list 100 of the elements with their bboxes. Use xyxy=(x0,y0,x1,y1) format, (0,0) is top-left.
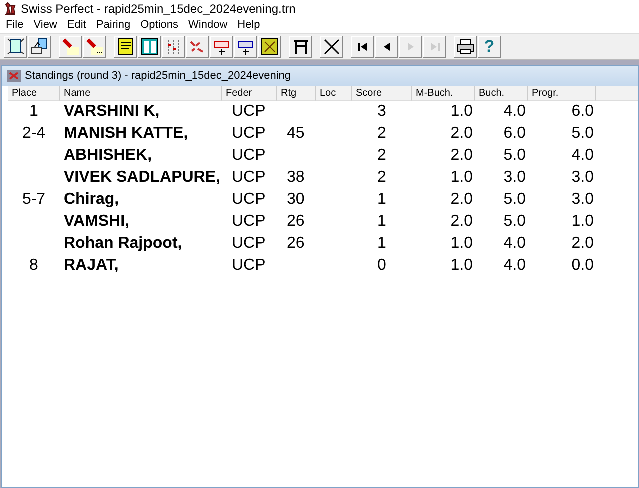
rating-cell: 30 xyxy=(287,191,305,209)
help-button[interactable]: ? xyxy=(478,36,501,58)
first-arrow-icon xyxy=(358,42,368,52)
score-cell: 1 xyxy=(378,191,386,209)
name-cell: VAMSHI, xyxy=(64,213,130,231)
column-header[interactable]: Score xyxy=(352,86,412,101)
name-cell: ABHISHEK, xyxy=(64,147,152,165)
menu-item[interactable]: Pairing xyxy=(91,19,136,31)
rating-cell: 45 xyxy=(287,125,305,143)
toolbar-button[interactable] xyxy=(258,36,281,58)
next-arrow-icon xyxy=(406,42,416,52)
flashlight-icon xyxy=(84,36,104,56)
column-header[interactable]: Rtg xyxy=(277,86,316,101)
progressive-cell: 3.0 xyxy=(572,191,594,209)
progressive-cell: 0.0 xyxy=(572,257,594,275)
menu-item[interactable]: File xyxy=(1,19,29,31)
menu-item[interactable]: Options xyxy=(136,19,184,31)
toolbar-button[interactable] xyxy=(4,36,27,58)
toolbar-button[interactable] xyxy=(210,36,233,58)
place-cell: 5-7 xyxy=(22,191,46,209)
open-file-icon xyxy=(30,36,50,56)
name-cell: RAJAT, xyxy=(64,257,119,275)
column-header[interactable]: Feder xyxy=(222,86,277,101)
window-title: Swiss Perfect - rapid25min_15dec_2024evening.trn xyxy=(21,2,296,16)
buchholz-cell: 5.0 xyxy=(504,213,526,231)
score-cell: 2 xyxy=(378,125,386,143)
median-buchholz-cell: 2.0 xyxy=(450,147,473,165)
progressive-cell: 1.0 xyxy=(572,213,594,231)
buchholz-cell: 4.0 xyxy=(504,257,526,275)
name-cell: VARSHINI K, xyxy=(64,103,160,121)
progressive-cell: 4.0 xyxy=(572,147,594,165)
column-header[interactable]: M-Buch. xyxy=(412,86,475,101)
place-cell: 1 xyxy=(30,103,38,121)
name-cell: MANISH KATTE, xyxy=(64,125,188,143)
federation-cell: UCP xyxy=(232,103,266,121)
buchholz-cell: 6.0 xyxy=(504,125,526,143)
column-header[interactable]: Loc xyxy=(316,86,352,101)
toolbar-button[interactable] xyxy=(289,36,312,58)
score-cell: 1 xyxy=(378,235,386,253)
name-cell: Chirag, xyxy=(64,191,120,209)
buchholz-cell: 3.0 xyxy=(504,169,526,187)
median-buchholz-cell: 2.0 xyxy=(450,213,473,231)
buchholz-cell: 4.0 xyxy=(504,235,526,253)
column-header[interactable]: Place xyxy=(8,86,60,101)
flashlight-icon xyxy=(60,36,80,56)
buchholz-cell: 5.0 xyxy=(504,191,526,209)
name-cell: VIVEK SADLAPURE, xyxy=(64,169,220,187)
place-cell: 8 xyxy=(30,257,38,275)
median-buchholz-cell: 2.0 xyxy=(450,125,473,143)
menu-item[interactable]: View xyxy=(28,19,62,31)
federation-cell: UCP xyxy=(232,147,266,165)
buchholz-cell: 4.0 xyxy=(504,103,526,121)
previous-arrow-icon xyxy=(382,42,392,52)
column-header[interactable]: Name xyxy=(60,86,222,101)
federation-cell: UCP xyxy=(232,125,266,143)
crossed-square-icon xyxy=(260,36,280,56)
menu-item[interactable]: Help xyxy=(232,19,266,31)
federation-cell: UCP xyxy=(232,169,266,187)
toolbar-button[interactable] xyxy=(351,36,374,58)
column-header[interactable]: Progr. xyxy=(528,86,596,101)
median-buchholz-cell: 1.0 xyxy=(450,257,473,275)
column-header[interactable]: Buch. xyxy=(475,86,528,101)
progressive-cell: 6.0 xyxy=(572,103,594,121)
progressive-cell: 2.0 xyxy=(572,235,594,253)
place-cell: 2-4 xyxy=(22,125,46,143)
notepad-icon xyxy=(116,36,136,56)
progressive-cell: 5.0 xyxy=(572,125,594,143)
toolbar-button[interactable] xyxy=(375,36,398,58)
score-cell: 1 xyxy=(378,213,386,231)
rating-cell: 26 xyxy=(287,213,305,231)
cross-icon xyxy=(322,36,342,56)
toolbar-button[interactable] xyxy=(454,36,477,58)
rating-cell: 26 xyxy=(287,235,305,253)
median-buchholz-cell: 1.0 xyxy=(450,235,473,253)
menu-item[interactable]: Edit xyxy=(62,19,92,31)
buchholz-cell: 5.0 xyxy=(504,147,526,165)
name-cell: Rohan Rajpoot, xyxy=(64,235,182,253)
progressive-cell: 3.0 xyxy=(572,169,594,187)
federation-cell: UCP xyxy=(232,191,266,209)
median-buchholz-cell: 1.0 xyxy=(450,169,473,187)
printer-icon xyxy=(456,36,476,56)
score-cell: 0 xyxy=(378,257,386,275)
toolbar-button[interactable] xyxy=(234,36,257,58)
new-file-icon xyxy=(6,36,26,56)
toolbar-button[interactable] xyxy=(28,36,51,58)
child-window-title: Standings (round 3) - rapid25min_15dec_2024evening xyxy=(25,70,292,82)
federation-cell: UCP xyxy=(232,257,266,275)
median-buchholz-cell: 1.0 xyxy=(450,103,473,121)
rating-cell: 38 xyxy=(287,169,305,187)
menu-item[interactable]: Window xyxy=(184,19,233,31)
federation-cell: UCP xyxy=(232,213,266,231)
score-cell: 2 xyxy=(378,147,386,165)
last-arrow-icon xyxy=(430,42,440,52)
median-buchholz-cell: 2.0 xyxy=(450,191,473,209)
score-cell: 3 xyxy=(378,103,386,121)
toolbar-button[interactable] xyxy=(114,36,137,58)
federation-cell: UCP xyxy=(232,235,266,253)
score-cell: 2 xyxy=(378,169,386,187)
toolbar-button[interactable] xyxy=(138,36,161,58)
toolbar-button[interactable] xyxy=(320,36,343,58)
